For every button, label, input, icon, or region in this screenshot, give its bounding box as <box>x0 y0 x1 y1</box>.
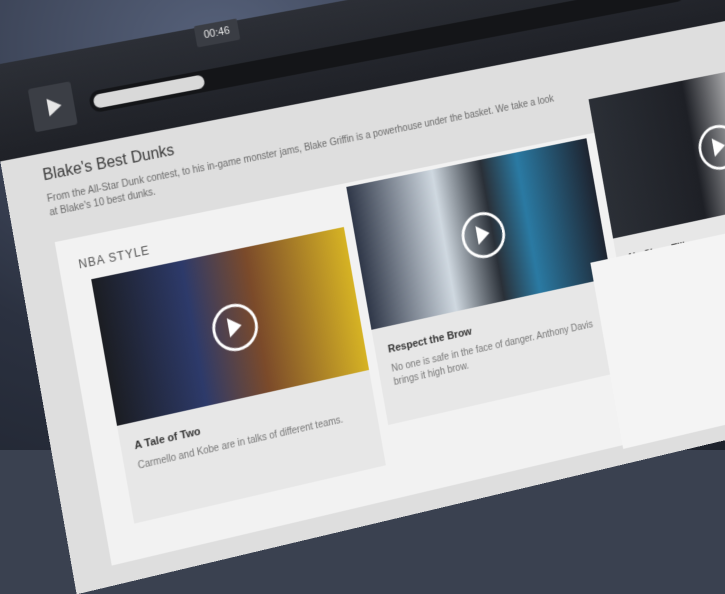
play-icon[interactable] <box>458 208 509 263</box>
play-icon[interactable] <box>208 299 262 356</box>
play-button[interactable] <box>27 81 78 133</box>
play-icon[interactable] <box>695 121 725 174</box>
video-app: 00:46 Blake's Best Dunks From the All-St… <box>0 0 725 594</box>
card-description: No one is safe in the face of danger. An… <box>390 319 594 388</box>
